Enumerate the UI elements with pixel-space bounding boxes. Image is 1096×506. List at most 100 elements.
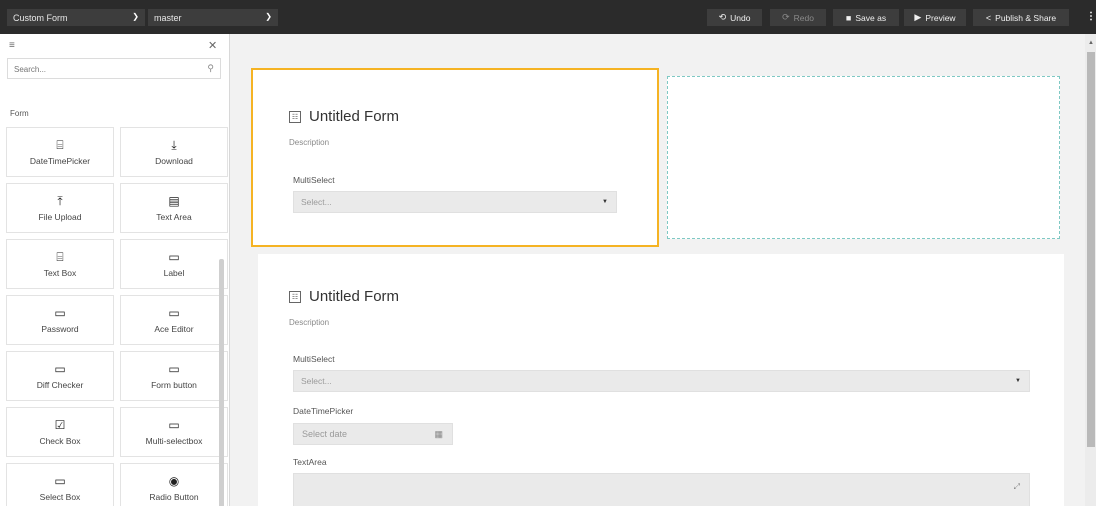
preview-label: Preview [925, 12, 956, 23]
textarea-input[interactable]: ⤢ [293, 473, 1030, 506]
component-sidebar: ≡ ✕ ⚲ Form ⌸ DateTimePicker ⤓ Download ⤒… [0, 34, 230, 506]
search-input[interactable] [8, 60, 188, 79]
tile-label: Radio Button [149, 491, 199, 502]
component-tile-file-upload[interactable]: ⤒ File Upload [6, 183, 114, 233]
checkbox-icon: ☑ [54, 417, 66, 432]
multiselect-label: MultiSelect [293, 354, 335, 364]
text-box-icon: ⌸ [56, 249, 64, 264]
share-icon: < [985, 12, 992, 23]
tile-label: Select Box [39, 491, 81, 502]
search-box: ⚲ [7, 58, 221, 79]
password-icon: ▭ [54, 305, 66, 320]
form-title: ☷ Untitled Form [289, 108, 399, 125]
component-tile-datetimepicker[interactable]: ⌸ DateTimePicker [6, 127, 114, 177]
dropdown-arrow-icon: ▼ [602, 199, 608, 205]
component-tile-password[interactable]: ▭ Password [6, 295, 114, 345]
search-icon: ⚲ [207, 63, 214, 73]
tile-label: Multi-selectbox [145, 435, 203, 446]
component-tile-text-box[interactable]: ⌸ Text Box [6, 239, 114, 289]
branch-select-value: master [154, 12, 182, 23]
date-input[interactable]: Select date ▦ [293, 423, 453, 445]
close-icon[interactable]: ✕ [208, 39, 217, 52]
tile-label: DateTimePicker [29, 155, 91, 166]
scroll-up-icon[interactable]: ▲ [1088, 40, 1094, 46]
drop-zone[interactable] [667, 76, 1060, 239]
date-placeholder: Select date [302, 429, 348, 439]
form-title-text: Untitled Form [309, 288, 400, 305]
save-as-label: Save as [855, 12, 887, 23]
tile-label: Password [41, 323, 79, 334]
tile-label: Text Area [156, 211, 192, 222]
publish-share-button[interactable]: < Publish & Share [973, 9, 1069, 26]
tile-label: File Upload [38, 211, 82, 222]
component-tile-download[interactable]: ⤓ Download [120, 127, 228, 177]
undo-icon: ⟲ [718, 12, 727, 22]
component-tile-check-box[interactable]: ☑ Check Box [6, 407, 114, 457]
multiselect-placeholder: Select... [301, 197, 332, 207]
download-icon: ⤓ [171, 137, 177, 152]
component-tile-diff-checker[interactable]: ▭ Diff Checker [6, 351, 114, 401]
chevron-down-icon: ❯ [265, 12, 272, 21]
component-tile-select-box[interactable]: ▭ Select Box [6, 463, 114, 506]
form-select-value: Custom Form [13, 12, 68, 23]
label-icon: ▭ [168, 249, 180, 264]
component-tile-text-area[interactable]: ▤ Text Area [120, 183, 228, 233]
tile-label: Form button [151, 379, 197, 390]
form-icon: ☷ [289, 290, 301, 303]
redo-button[interactable]: ⟳ Redo [770, 9, 826, 26]
form-description: Description [289, 138, 330, 147]
tile-label: Ace Editor [154, 323, 194, 334]
more-icon[interactable]: ⋮ [1086, 11, 1096, 22]
form-card[interactable]: ☷ Untitled Form Description MultiSelect … [258, 254, 1064, 506]
expand-icon[interactable]: ⤢ [1014, 482, 1020, 492]
form-select[interactable]: Custom Form ❯ [7, 9, 145, 26]
form-description: Description [289, 318, 330, 327]
ace-editor-icon: ▭ [168, 305, 180, 320]
text-area-icon: ▤ [168, 193, 180, 208]
multiselect-placeholder: Select... [301, 376, 332, 386]
upload-icon: ⤒ [57, 193, 63, 208]
datetimepicker-icon: ⌸ [56, 137, 64, 152]
component-tile-form-button[interactable]: ▭ Form button [120, 351, 228, 401]
top-toolbar: Custom Form ❯ master ❯ ⟲ Undo ⟳ Redo ■ S… [0, 0, 1096, 34]
form-button-icon: ▭ [168, 361, 180, 376]
preview-button[interactable]: ▶ Preview [904, 9, 966, 26]
datetimepicker-label: DateTimePicker [293, 406, 354, 416]
undo-button[interactable]: ⟲ Undo [707, 9, 762, 26]
component-tile-radio-button[interactable]: ◉ Radio Button [120, 463, 228, 506]
undo-label: Undo [730, 12, 751, 23]
multi-selectbox-icon: ▭ [168, 417, 180, 432]
component-tile-multi-selectbox[interactable]: ▭ Multi-selectbox [120, 407, 228, 457]
form-card-selected[interactable]: ☷ Untitled Form Description MultiSelect … [251, 68, 659, 247]
textarea-label: TextArea [293, 457, 327, 467]
select-box-icon: ▭ [54, 473, 66, 488]
form-canvas: ☷ Untitled Form Description MultiSelect … [231, 34, 1096, 506]
radio-button-icon: ◉ [168, 473, 180, 488]
component-tile-label[interactable]: ▭ Label [120, 239, 228, 289]
form-icon: ☷ [289, 110, 301, 123]
redo-icon: ⟳ [782, 12, 790, 22]
menu-icon[interactable]: ≡ [9, 40, 15, 51]
branch-select[interactable]: master ❯ [148, 9, 278, 26]
tile-label: Diff Checker [36, 379, 84, 390]
component-tile-ace-editor[interactable]: ▭ Ace Editor [120, 295, 228, 345]
tile-label: Download [155, 155, 193, 166]
scrollbar-thumb[interactable] [1087, 52, 1095, 447]
multiselect-label: MultiSelect [293, 175, 335, 185]
tile-label: Text Box [43, 267, 77, 278]
section-heading: Form [10, 109, 29, 118]
publish-share-label: Publish & Share [995, 12, 1057, 23]
form-title-text: Untitled Form [309, 108, 400, 125]
tile-label: Label [163, 267, 185, 278]
save-icon: ■ [845, 12, 852, 23]
dropdown-arrow-icon: ▼ [1015, 378, 1021, 384]
play-icon: ▶ [914, 12, 922, 22]
redo-label: Redo [793, 12, 814, 23]
multiselect-input[interactable]: Select... ▼ [293, 191, 617, 213]
multiselect-input[interactable]: Select... ▼ [293, 370, 1030, 392]
chevron-down-icon: ❯ [132, 12, 139, 21]
form-title: ☷ Untitled Form [289, 288, 399, 305]
tile-label: Check Box [39, 435, 81, 446]
sidebar-scrollbar[interactable] [219, 259, 224, 506]
save-as-button[interactable]: ■ Save as [833, 9, 899, 26]
